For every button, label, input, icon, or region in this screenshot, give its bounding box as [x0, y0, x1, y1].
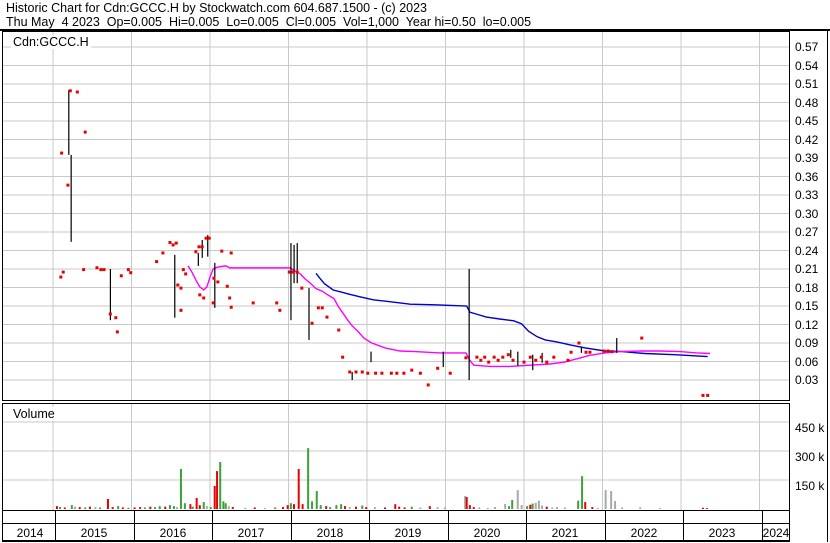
price-tick-label: 0.48 — [795, 96, 819, 110]
price-tick-label: 0.27 — [795, 225, 819, 239]
year-boundary-divider — [762, 511, 763, 523]
x-axis-tick-row — [2, 510, 790, 524]
price-tick-label: 0.06 — [795, 355, 819, 369]
volume-bars — [55, 448, 708, 509]
year-boundary-divider — [605, 511, 606, 523]
year-boundary-divider — [134, 524, 135, 540]
price-tick-label: 0.03 — [795, 373, 819, 387]
volume-tick-label: 150 k — [795, 479, 825, 493]
year-label: 2023 — [708, 526, 736, 540]
year-boundary-divider — [134, 511, 135, 523]
volume-panel-label: Volume — [11, 407, 57, 421]
year-boundary-divider — [369, 511, 370, 523]
price-tick-label: 0.18 — [795, 281, 819, 295]
symbol-label: Cdn:GCCC.H — [11, 35, 91, 49]
year-boundary-divider — [291, 524, 292, 540]
volume-gridlines — [3, 404, 789, 510]
volume-plot-area: Volume — [2, 403, 790, 511]
price-gridlines — [3, 32, 789, 400]
year-boundary-divider — [526, 511, 527, 523]
volume-chart-canvas — [3, 404, 789, 510]
price-plot-area: Cdn:GCCC.H — [2, 31, 790, 401]
year-boundary-divider — [526, 524, 527, 540]
year-boundary-divider — [605, 524, 606, 540]
price-tick-label: 0.15 — [795, 299, 819, 313]
quote-summary-line: Thu May 4 2023 Op=0.005 Hi=0.005 Lo=0.00… — [6, 15, 532, 29]
price-tick-label: 0.33 — [795, 188, 819, 202]
year-label: 2020 — [473, 526, 501, 540]
year-boundary-divider — [448, 511, 449, 523]
stock-chart-window: Historic Chart for Cdn:GCCC.H by Stockwa… — [0, 0, 830, 543]
price-tick-label: 0.24 — [795, 244, 819, 258]
x-axis-year-labels-row: 2014 2015 2016 2017 2018 2019 2020 2021 2022 2023… — [2, 523, 790, 542]
year-label: 2022 — [630, 526, 658, 540]
price-tick-label: 0.51 — [795, 77, 819, 91]
year-boundary-divider — [448, 524, 449, 540]
price-tick-label: 0.54 — [795, 59, 819, 73]
year-boundary-divider — [683, 524, 684, 540]
price-tick-label: 0.12 — [795, 318, 819, 332]
price-chart-canvas — [3, 32, 789, 400]
price-tick-label: 0.39 — [795, 151, 819, 165]
year-label: 2021 — [551, 526, 579, 540]
magenta-ma-line — [187, 265, 711, 368]
price-tick-label: 0.30 — [795, 207, 819, 221]
trade-range-bars — [68, 90, 618, 381]
year-boundary-divider — [291, 511, 292, 523]
price-tick-label: 0.36 — [795, 170, 819, 184]
year-boundary-divider — [369, 524, 370, 540]
year-label: 2019 — [394, 526, 422, 540]
chart-title-line: Historic Chart for Cdn:GCCC.H by Stockwa… — [6, 1, 428, 15]
year-boundary-divider — [683, 511, 684, 523]
year-label: 2016 — [159, 526, 187, 540]
volume-tick-label: 450 k — [795, 421, 825, 435]
year-label: 2017 — [237, 526, 265, 540]
price-tick-label: 0.45 — [795, 114, 819, 128]
price-tick-label: 0.42 — [795, 133, 819, 147]
year-label: 2018 — [316, 526, 344, 540]
trade-dots — [59, 89, 710, 397]
price-tick-label: 0.09 — [795, 336, 819, 350]
year-boundary-divider — [212, 511, 213, 523]
year-boundary-divider — [212, 524, 213, 540]
year-label: 2014 — [16, 526, 44, 540]
price-tick-label: 0.57 — [795, 40, 819, 54]
year-label: 2015 — [80, 526, 108, 540]
right-axis-gutter: 0.57 0.54 0.51 0.48 0.45 0.42 0.39 0.36 0.33 0.30… — [790, 31, 828, 542]
year-boundary-divider — [55, 511, 56, 523]
price-tick-label: 0.21 — [795, 262, 819, 276]
volume-tick-label: 300 k — [795, 450, 825, 464]
